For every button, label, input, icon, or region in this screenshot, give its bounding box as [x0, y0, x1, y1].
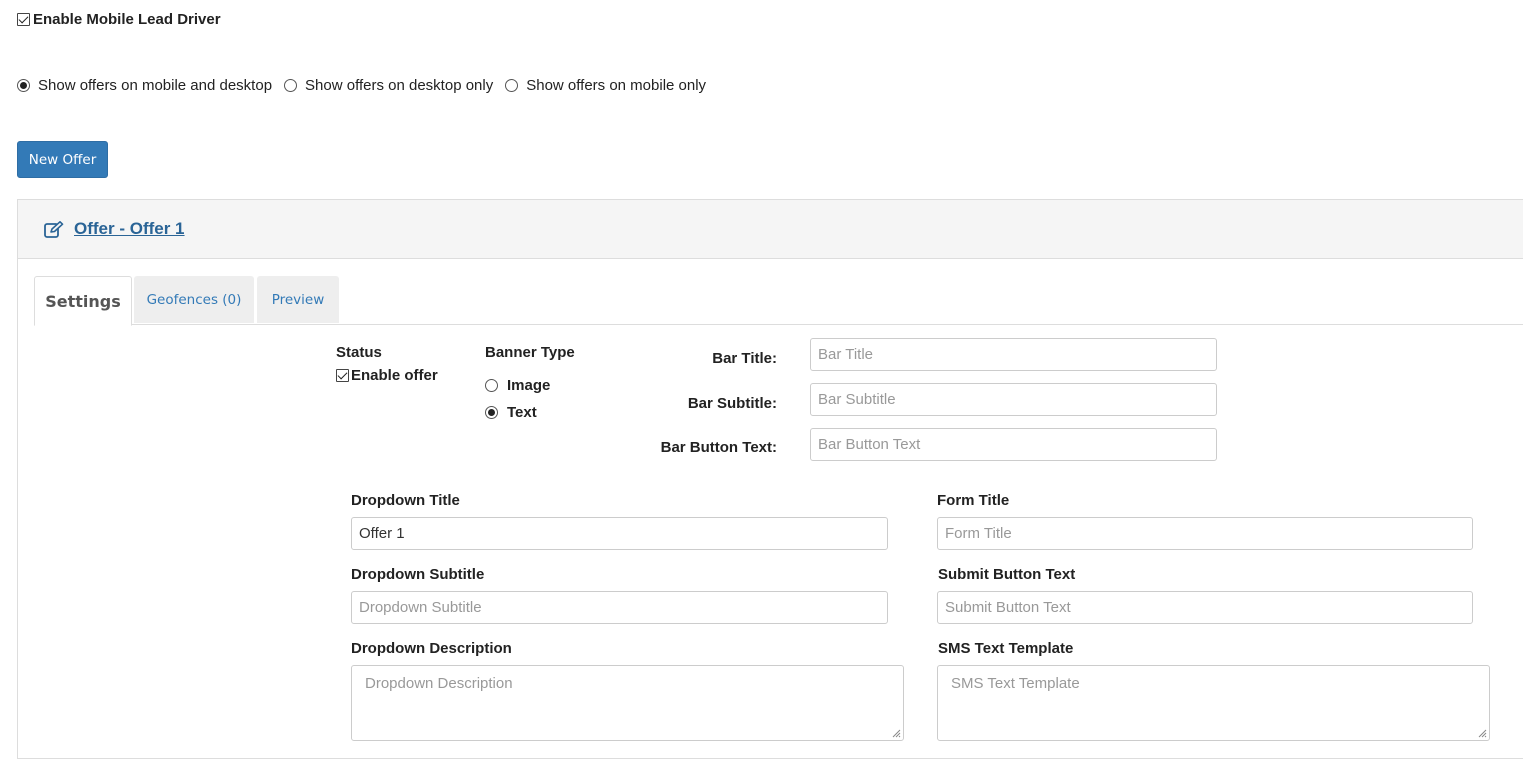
- bar-button-text-label: Bar Button Text:: [660, 439, 777, 456]
- tab-geofences[interactable]: Geofences (0): [134, 276, 254, 323]
- option-desktop-only[interactable]: Show offers on desktop only: [284, 77, 493, 94]
- dropdown-description-label: Dropdown Description: [351, 640, 512, 657]
- radio-desktop-only[interactable]: [284, 79, 298, 92]
- tabs-divider: [34, 324, 1523, 325]
- banner-type-image[interactable]: Image: [485, 377, 550, 394]
- option-label: Show offers on mobile and desktop: [38, 77, 273, 94]
- enable-mobile-lead-driver-label: Enable Mobile Lead Driver: [33, 11, 221, 28]
- enable-mobile-lead-driver[interactable]: Enable Mobile Lead Driver: [17, 11, 221, 28]
- radio-banner-image[interactable]: [485, 379, 498, 392]
- banner-type-text-label: Text: [507, 404, 537, 421]
- bar-title-label: Bar Title:: [712, 350, 777, 367]
- banner-type-text[interactable]: Text: [485, 404, 537, 421]
- enable-offer-checkbox[interactable]: [336, 369, 349, 382]
- enable-offer-label: Enable offer: [351, 367, 438, 384]
- dropdown-description-textarea[interactable]: [351, 665, 904, 741]
- dropdown-subtitle-label: Dropdown Subtitle: [351, 566, 485, 583]
- bar-subtitle-input[interactable]: [810, 383, 1217, 416]
- option-label: Show offers on mobile only: [526, 77, 707, 94]
- form-title-input[interactable]: [937, 517, 1473, 550]
- radio-banner-text[interactable]: [485, 406, 498, 419]
- banner-type-heading: Banner Type: [485, 344, 575, 361]
- sms-text-template-textarea[interactable]: [937, 665, 1490, 741]
- submit-button-text-label: Submit Button Text: [938, 566, 1076, 583]
- enable-offer[interactable]: Enable offer: [336, 367, 438, 384]
- option-label: Show offers on desktop only: [305, 77, 494, 94]
- offer-title-link[interactable]: Offer - Offer 1: [74, 219, 185, 239]
- radio-mobile-and-desktop[interactable]: [17, 79, 30, 92]
- banner-type-image-label: Image: [507, 377, 551, 394]
- bar-button-text-input[interactable]: [810, 428, 1217, 461]
- form-title-label: Form Title: [937, 492, 1010, 509]
- enable-mobile-lead-driver-checkbox[interactable]: [17, 13, 30, 26]
- dropdown-title-input[interactable]: [351, 517, 888, 550]
- resize-grip-icon[interactable]: [892, 729, 901, 738]
- option-mobile-only[interactable]: Show offers on mobile only: [505, 77, 706, 94]
- new-offer-button[interactable]: New Offer: [17, 141, 108, 178]
- submit-button-text-input[interactable]: [937, 591, 1473, 624]
- sms-text-template-label: SMS Text Template: [938, 640, 1074, 657]
- resize-grip-icon[interactable]: [1478, 729, 1487, 738]
- option-mobile-and-desktop[interactable]: Show offers on mobile and desktop: [17, 77, 272, 94]
- bar-title-input[interactable]: [810, 338, 1217, 371]
- edit-icon[interactable]: [44, 221, 64, 239]
- status-heading: Status: [336, 344, 382, 361]
- bar-subtitle-label: Bar Subtitle:: [687, 395, 777, 412]
- tab-preview[interactable]: Preview: [257, 276, 339, 323]
- display-options: Show offers on mobile and desktop Show o…: [17, 77, 718, 94]
- tab-settings[interactable]: Settings: [34, 276, 132, 326]
- radio-mobile-only[interactable]: [505, 79, 519, 92]
- offer-panel-header: Offer - Offer 1: [18, 200, 1523, 259]
- dropdown-subtitle-input[interactable]: [351, 591, 888, 624]
- dropdown-title-label: Dropdown Title: [351, 492, 460, 509]
